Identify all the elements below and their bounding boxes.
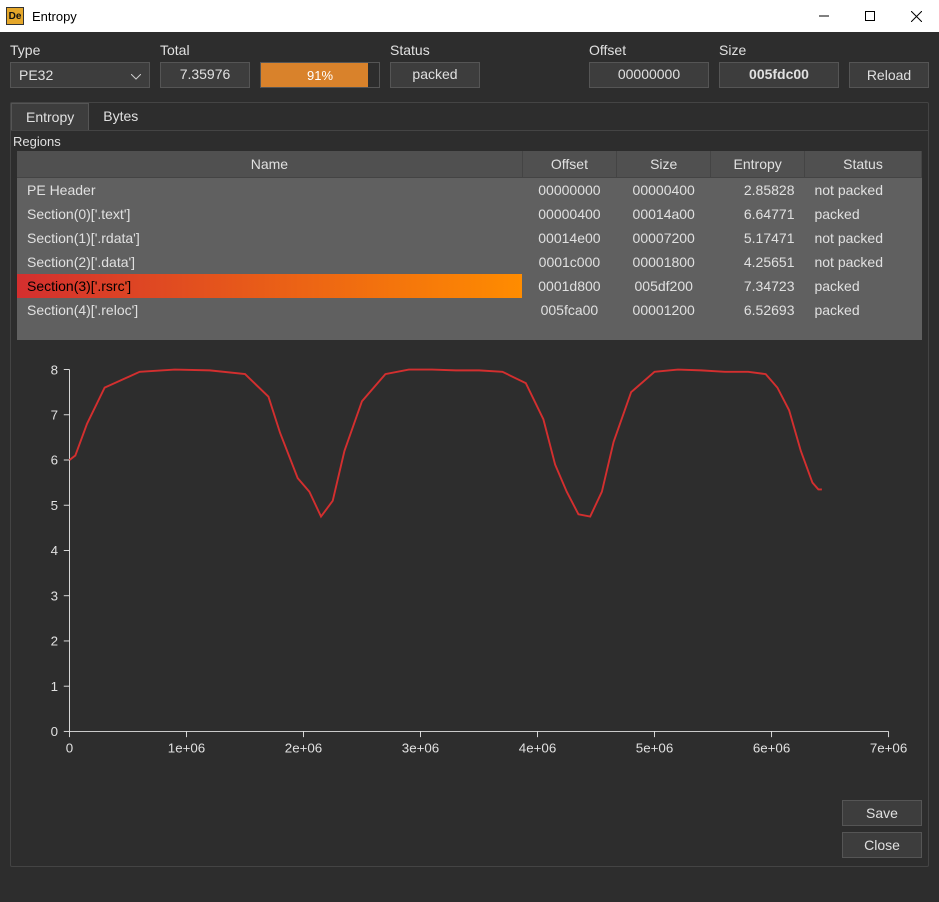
cell-offset: 005fca00 — [522, 298, 616, 322]
cell-entropy: 5.17471 — [711, 226, 805, 250]
offset-value[interactable]: 00000000 — [589, 62, 709, 88]
total-label: Total — [160, 42, 250, 58]
size-label: Size — [719, 42, 839, 58]
type-combo-value: PE32 — [19, 67, 53, 83]
svg-text:7e+06: 7e+06 — [870, 740, 907, 755]
svg-text:2e+06: 2e+06 — [285, 740, 322, 755]
cell-name: Section(3)['.rsrc'] — [17, 274, 522, 298]
titlebar: De Entropy — [0, 0, 939, 32]
cell-status: not packed — [804, 178, 921, 203]
col-entropy[interactable]: Entropy — [711, 151, 805, 178]
type-combo[interactable]: PE32 — [10, 62, 150, 88]
cell-entropy: 6.64771 — [711, 202, 805, 226]
entropy-chart-svg: 0 1 2 3 4 5 6 7 8 0 1e+06 2e+06 3e+06 4e+06 5e+06 6e+06… — [17, 360, 922, 760]
progress-label-spacer — [260, 42, 380, 58]
cell-offset: 00014e00 — [522, 226, 616, 250]
cell-status: packed — [804, 274, 921, 298]
app-icon: De — [6, 7, 24, 25]
tabs: Entropy Bytes — [11, 103, 928, 131]
cell-size: 00001200 — [617, 298, 711, 322]
svg-text:3: 3 — [51, 588, 58, 603]
cell-entropy: 7.34723 — [711, 274, 805, 298]
cell-status: packed — [804, 298, 921, 322]
cell-name: Section(2)['.data'] — [17, 250, 522, 274]
svg-text:3e+06: 3e+06 — [402, 740, 439, 755]
table-row[interactable]: Section(3)['.rsrc'] 0001d800 005df200 7.… — [17, 274, 922, 298]
close-button[interactable]: Close — [842, 832, 922, 858]
header-row: Type PE32 Total 7.35976 91% Status packe… — [10, 42, 929, 88]
svg-text:6e+06: 6e+06 — [753, 740, 790, 755]
cell-size: 00007200 — [617, 226, 711, 250]
regions-table: Name Offset Size Entropy Status PE Heade… — [17, 151, 922, 322]
table-row[interactable]: Section(0)['.text'] 00000400 00014a00 6.… — [17, 202, 922, 226]
col-offset[interactable]: Offset — [522, 151, 616, 178]
cell-size: 00000400 — [617, 178, 711, 203]
svg-text:4e+06: 4e+06 — [519, 740, 556, 755]
tab-bytes[interactable]: Bytes — [89, 103, 152, 130]
cell-name: Section(0)['.text'] — [17, 202, 522, 226]
cell-offset: 0001d800 — [522, 274, 616, 298]
svg-text:4: 4 — [51, 543, 59, 558]
chevron-down-icon — [131, 67, 141, 83]
cell-offset: 0001c000 — [522, 250, 616, 274]
status-label: Status — [390, 42, 480, 58]
type-label: Type — [10, 42, 150, 58]
svg-text:5e+06: 5e+06 — [636, 740, 673, 755]
status-value: packed — [390, 62, 480, 88]
svg-text:2: 2 — [51, 634, 58, 649]
cell-status: not packed — [804, 250, 921, 274]
minimize-button[interactable] — [801, 0, 847, 32]
regions-table-wrap: Name Offset Size Entropy Status PE Heade… — [17, 151, 922, 340]
col-name[interactable]: Name — [17, 151, 522, 178]
cell-name: PE Header — [17, 178, 522, 203]
table-row[interactable]: Section(1)['.rdata'] 00014e00 00007200 5… — [17, 226, 922, 250]
col-status[interactable]: Status — [804, 151, 921, 178]
svg-text:5: 5 — [51, 498, 58, 513]
table-header: Name Offset Size Entropy Status — [17, 151, 922, 178]
regions-label: Regions — [11, 131, 928, 151]
maximize-button[interactable] — [847, 0, 893, 32]
cell-name: Section(1)['.rdata'] — [17, 226, 522, 250]
total-value: 7.35976 — [160, 62, 250, 88]
size-value[interactable]: 005fdc00 — [719, 62, 839, 88]
main-panel: Entropy Bytes Regions Name Offset Size E… — [10, 102, 929, 867]
cell-size: 005df200 — [617, 274, 711, 298]
cell-offset: 00000000 — [522, 178, 616, 203]
svg-text:6: 6 — [51, 453, 58, 468]
window-title: Entropy — [32, 9, 801, 24]
cell-entropy: 6.52693 — [711, 298, 805, 322]
svg-text:8: 8 — [51, 362, 58, 377]
cell-status: not packed — [804, 226, 921, 250]
window-body: Type PE32 Total 7.35976 91% Status packe… — [0, 32, 939, 902]
entropy-progress-text: 91% — [261, 63, 379, 87]
entropy-progress: 91% — [260, 62, 380, 88]
cell-offset: 00000400 — [522, 202, 616, 226]
svg-text:1: 1 — [51, 679, 58, 694]
table-row[interactable]: PE Header 00000000 00000400 2.85828 not … — [17, 178, 922, 203]
svg-text:0: 0 — [51, 724, 58, 739]
table-row[interactable]: Section(2)['.data'] 0001c000 00001800 4.… — [17, 250, 922, 274]
entropy-chart: 0 1 2 3 4 5 6 7 8 0 1e+06 2e+06 3e+06 4e+06 5e+06 6e+06… — [17, 350, 922, 790]
offset-label: Offset — [589, 42, 709, 58]
save-button[interactable]: Save — [842, 800, 922, 826]
reload-button[interactable]: Reload — [849, 62, 929, 88]
svg-text:0: 0 — [66, 740, 73, 755]
tab-entropy[interactable]: Entropy — [11, 103, 89, 130]
cell-entropy: 2.85828 — [711, 178, 805, 203]
cell-size: 00001800 — [617, 250, 711, 274]
svg-text:1e+06: 1e+06 — [168, 740, 205, 755]
svg-text:7: 7 — [51, 408, 58, 423]
cell-size: 00014a00 — [617, 202, 711, 226]
cell-status: packed — [804, 202, 921, 226]
col-size[interactable]: Size — [617, 151, 711, 178]
cell-entropy: 4.25651 — [711, 250, 805, 274]
cell-name: Section(4)['.reloc'] — [17, 298, 522, 322]
window-controls — [801, 0, 939, 32]
close-window-button[interactable] — [893, 0, 939, 32]
table-row[interactable]: Section(4)['.reloc'] 005fca00 00001200 6… — [17, 298, 922, 322]
